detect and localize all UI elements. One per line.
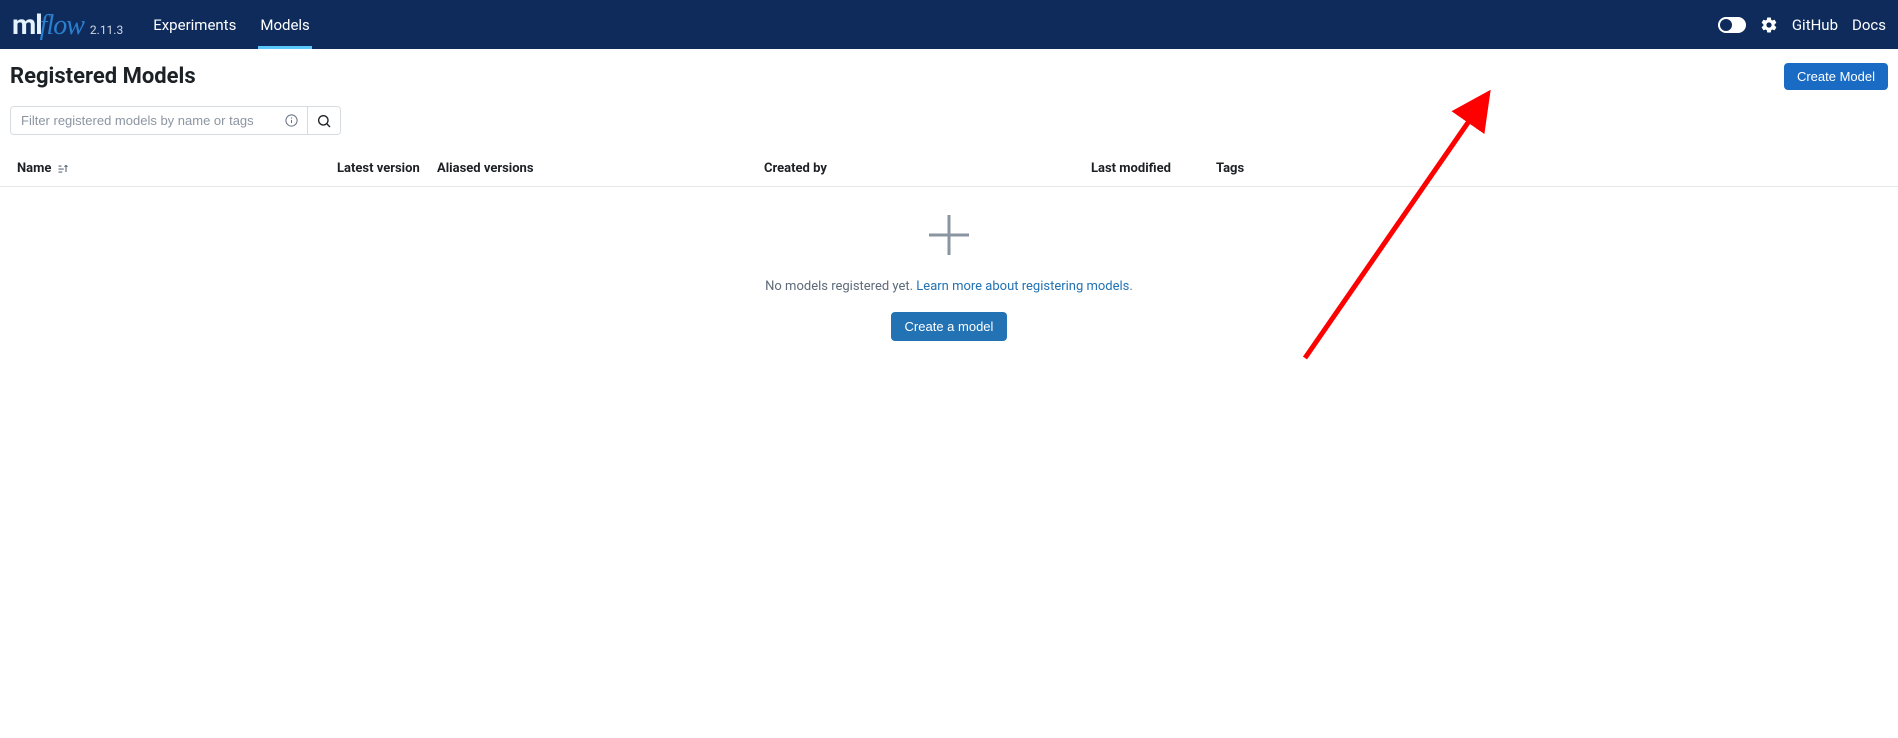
filter-group [10,106,341,135]
gear-icon[interactable] [1760,16,1778,34]
nav-right: GitHub Docs [1718,16,1886,34]
info-icon[interactable] [284,113,299,128]
table-header: Name Latest version Aliased versions Cre… [0,151,1898,187]
column-aliased-versions[interactable]: Aliased versions [437,161,764,176]
tab-models[interactable]: Models [248,0,321,49]
search-icon [316,113,332,129]
column-last-modified[interactable]: Last modified [1091,161,1216,176]
column-tags[interactable]: Tags [1216,161,1888,176]
create-model-button[interactable]: Create Model [1784,63,1888,90]
column-created-by[interactable]: Created by [764,161,1091,176]
empty-state: No models registered yet. Learn more abo… [0,187,1898,341]
filter-row [0,98,1898,151]
github-link[interactable]: GitHub [1792,16,1838,34]
tab-experiments[interactable]: Experiments [141,0,248,49]
empty-message: No models registered yet. Learn more abo… [765,279,1133,294]
logo-flow-text: flow [40,10,84,42]
page-header: Registered Models Create Model [0,49,1898,98]
create-a-model-button[interactable]: Create a model [891,312,1008,341]
nav-tabs: Experiments Models [141,0,322,49]
learn-more-link[interactable]: Learn more about registering models [916,279,1129,294]
logo-version: 2.11.3 [90,23,123,37]
theme-toggle[interactable] [1718,17,1746,33]
page-title: Registered Models [10,64,196,89]
search-button[interactable] [308,107,340,134]
empty-prefix: No models registered yet. [765,279,916,294]
column-latest-version[interactable]: Latest version [337,161,437,176]
filter-input-wrap [11,107,308,134]
empty-suffix: . [1129,279,1132,294]
filter-input[interactable] [11,107,307,134]
mlflow-logo[interactable]: ml flow 2.11.3 [12,8,123,42]
sort-asc-icon [57,163,69,175]
plus-icon [925,211,973,259]
top-navbar: ml flow 2.11.3 Experiments Models GitHub… [0,0,1898,49]
logo-ml-text: ml [12,8,42,41]
column-name[interactable]: Name [10,161,337,176]
docs-link[interactable]: Docs [1852,16,1886,34]
column-name-label: Name [17,161,51,176]
